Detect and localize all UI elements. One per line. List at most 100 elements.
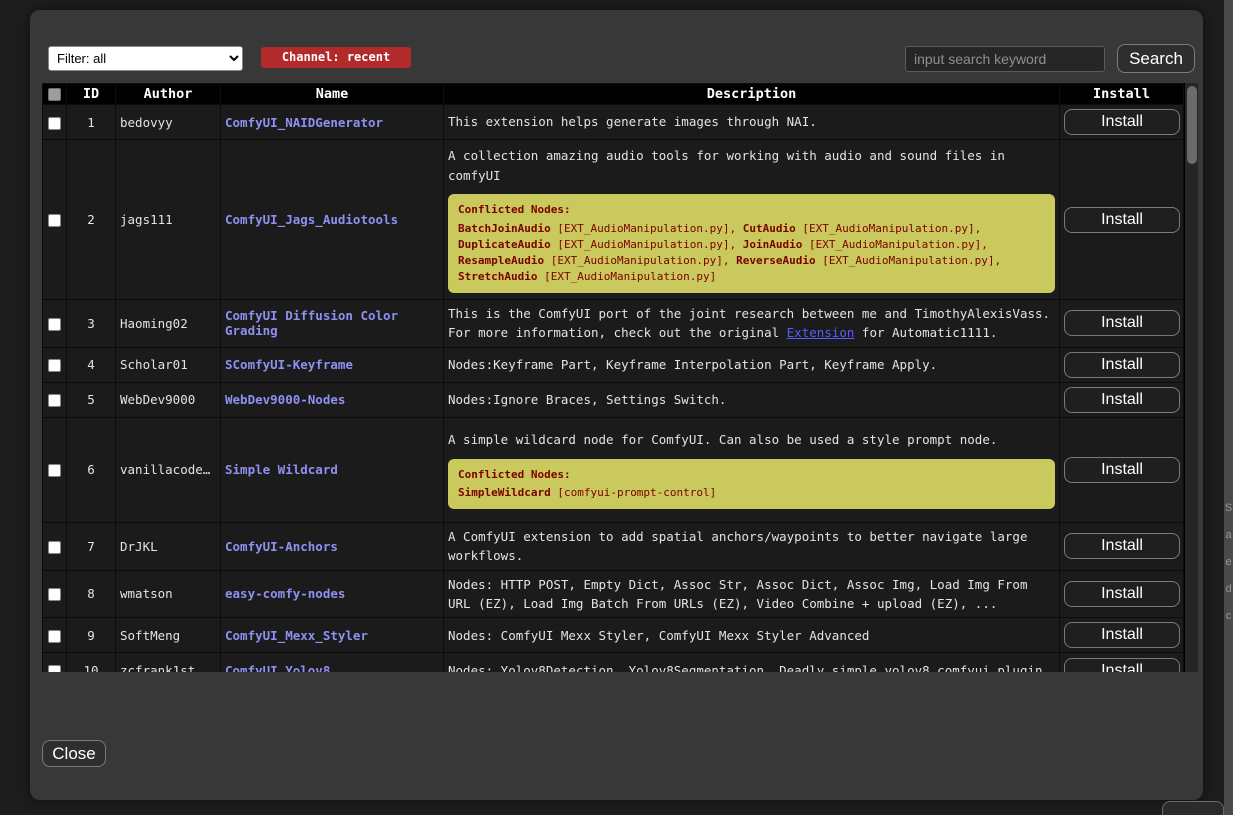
node-name-link[interactable]: ComfyUI-Anchors (225, 539, 338, 554)
description-link[interactable]: Extension (787, 325, 855, 340)
row-name-cell: ComfyUI_Jags_Audiotools (221, 140, 444, 300)
row-install-cell: Install (1060, 300, 1184, 348)
row-description-cell: Nodes: ComfyUI Mexx Styler, ComfyUI Mexx… (444, 618, 1060, 653)
node-name-link[interactable]: SComfyUI-Keyframe (225, 357, 353, 372)
install-button[interactable]: Install (1064, 109, 1180, 135)
row-select-cell (43, 570, 67, 618)
row-install-cell: Install (1060, 522, 1184, 570)
row-name-cell: ComfyUI_NAIDGenerator (221, 105, 444, 140)
row-name-cell: Simple Wildcard (221, 417, 444, 522)
row-author-cell: DrJKL (116, 522, 221, 570)
table-row: 3Haoming02ComfyUI Diffusion Color Gradin… (43, 300, 1184, 348)
table-header-row: ID Author Name Description Install (43, 84, 1184, 105)
clipped-edge-text: a (1224, 529, 1233, 541)
node-name-link[interactable]: easy-comfy-nodes (225, 586, 345, 601)
row-checkbox[interactable] (48, 318, 61, 331)
install-custom-nodes-dialog: Filter: all Channel: recent Search ID Au… (30, 10, 1203, 800)
install-button[interactable]: Install (1064, 457, 1180, 483)
channel-badge[interactable]: Channel: recent (261, 47, 411, 68)
header-install: Install (1060, 84, 1184, 105)
table-row: 9SoftMengComfyUI_Mexx_StylerNodes: Comfy… (43, 618, 1184, 653)
select-all-checkbox[interactable] (48, 88, 61, 101)
close-button[interactable]: Close (42, 740, 106, 767)
table-row: 6vanillacode… Simple Wildcard A simple wil… (43, 417, 1184, 522)
row-checkbox[interactable] (48, 630, 61, 643)
row-id-cell: 6 (67, 417, 116, 522)
install-button[interactable]: Install (1064, 622, 1180, 648)
conflicted-nodes-list: BatchJoinAudio [EXT_AudioManipulation.py… (458, 221, 1045, 285)
install-button[interactable]: Install (1064, 658, 1180, 672)
row-select-cell (43, 347, 67, 382)
row-id-cell: 7 (67, 522, 116, 570)
row-id-cell: 4 (67, 347, 116, 382)
row-checkbox[interactable] (48, 588, 61, 601)
install-button[interactable]: Install (1064, 533, 1180, 559)
node-name-link[interactable]: ComfyUI Yolov8 (225, 663, 330, 672)
description-text: Nodes:Keyframe Part, Keyframe Interpolat… (448, 355, 1055, 374)
row-author-cell: WebDev9000 (116, 382, 221, 417)
row-description-cell: Nodes: HTTP POST, Empty Dict, Assoc Str,… (444, 570, 1060, 618)
row-install-cell: Install (1060, 105, 1184, 140)
clipped-edge-text: S (1224, 502, 1233, 514)
row-checkbox[interactable] (48, 665, 61, 672)
row-description-cell: Nodes:Keyframe Part, Keyframe Interpolat… (444, 347, 1060, 382)
row-install-cell: Install (1060, 417, 1184, 522)
table-scrollbar-thumb[interactable] (1187, 86, 1197, 164)
row-description-cell: This is the ComfyUI port of the joint re… (444, 300, 1060, 348)
install-button[interactable]: Install (1064, 207, 1180, 233)
node-name-link[interactable]: WebDev9000-Nodes (225, 392, 345, 407)
row-checkbox[interactable] (48, 541, 61, 554)
node-name-link[interactable]: ComfyUI_Jags_Audiotools (225, 212, 398, 227)
search-button[interactable]: Search (1117, 44, 1195, 73)
row-select-cell (43, 140, 67, 300)
custom-nodes-table: ID Author Name Description Install 1bedo… (42, 83, 1184, 672)
install-button[interactable]: Install (1064, 581, 1180, 607)
row-id-cell: 1 (67, 105, 116, 140)
row-checkbox[interactable] (48, 214, 61, 227)
install-button[interactable]: Install (1064, 310, 1180, 336)
row-author-cell: Haoming02 (116, 300, 221, 348)
search-input[interactable] (905, 46, 1105, 72)
row-description-cell: Nodes:Ignore Braces, Settings Switch. (444, 382, 1060, 417)
row-checkbox[interactable] (48, 117, 61, 130)
description-text: A simple wildcard node for ComfyUI. Can … (448, 430, 1055, 449)
node-name-link[interactable]: Simple Wildcard (225, 462, 338, 477)
row-name-cell: ComfyUI-Anchors (221, 522, 444, 570)
row-id-cell: 3 (67, 300, 116, 348)
row-author-cell: bedovyy (116, 105, 221, 140)
page-scrollbar[interactable]: Saedc (1224, 0, 1233, 815)
conflicted-nodes-title: Conflicted Nodes: (458, 202, 1045, 218)
row-select-cell (43, 105, 67, 140)
conflicted-nodes-box: Conflicted Nodes:SimpleWildcard [comfyui… (448, 459, 1055, 510)
description-text: A collection amazing audio tools for wor… (448, 146, 1055, 185)
description-text: Nodes: ComfyUI Mexx Styler, ComfyUI Mexx… (448, 626, 1055, 645)
row-select-cell (43, 653, 67, 672)
description-text: This is the ComfyUI port of the joint re… (448, 304, 1055, 343)
row-checkbox[interactable] (48, 464, 61, 477)
table-row: 5WebDev9000 WebDev9000-Nodes Nodes:Ignore … (43, 382, 1184, 417)
install-button[interactable]: Install (1064, 352, 1180, 378)
row-id-cell: 5 (67, 382, 116, 417)
table-body: 1bedovyyComfyUI_NAIDGeneratorThis extens… (43, 105, 1184, 673)
row-author-cell: vanillacode… (116, 417, 221, 522)
clipped-edge-text: c (1224, 610, 1233, 622)
row-name-cell: ComfyUI Diffusion Color Grading (221, 300, 444, 348)
row-checkbox[interactable] (48, 394, 61, 407)
conflicted-nodes-list: SimpleWildcard [comfyui-prompt-control] (458, 485, 1045, 501)
header-name: Name (221, 84, 444, 105)
custom-nodes-table-container: ID Author Name Description Install 1bedo… (42, 83, 1198, 672)
node-name-link[interactable]: ComfyUI Diffusion Color Grading (225, 308, 398, 338)
table-scrollbar[interactable] (1184, 83, 1198, 672)
row-author-cell: SoftMeng (116, 618, 221, 653)
row-checkbox[interactable] (48, 359, 61, 372)
install-button[interactable]: Install (1064, 387, 1180, 413)
row-description-cell: Nodes: Yolov8Detection, Yolov8Segmentati… (444, 653, 1060, 672)
row-name-cell: ComfyUI_Mexx_Styler (221, 618, 444, 653)
row-select-cell (43, 618, 67, 653)
description-text: Nodes: Yolov8Detection, Yolov8Segmentati… (448, 661, 1055, 672)
table-row: 8wmatsoneasy-comfy-nodesNodes: HTTP POST… (43, 570, 1184, 618)
filter-dropdown[interactable]: Filter: all (48, 46, 243, 71)
row-id-cell: 2 (67, 140, 116, 300)
node-name-link[interactable]: ComfyUI_Mexx_Styler (225, 628, 368, 643)
node-name-link[interactable]: ComfyUI_NAIDGenerator (225, 115, 383, 130)
